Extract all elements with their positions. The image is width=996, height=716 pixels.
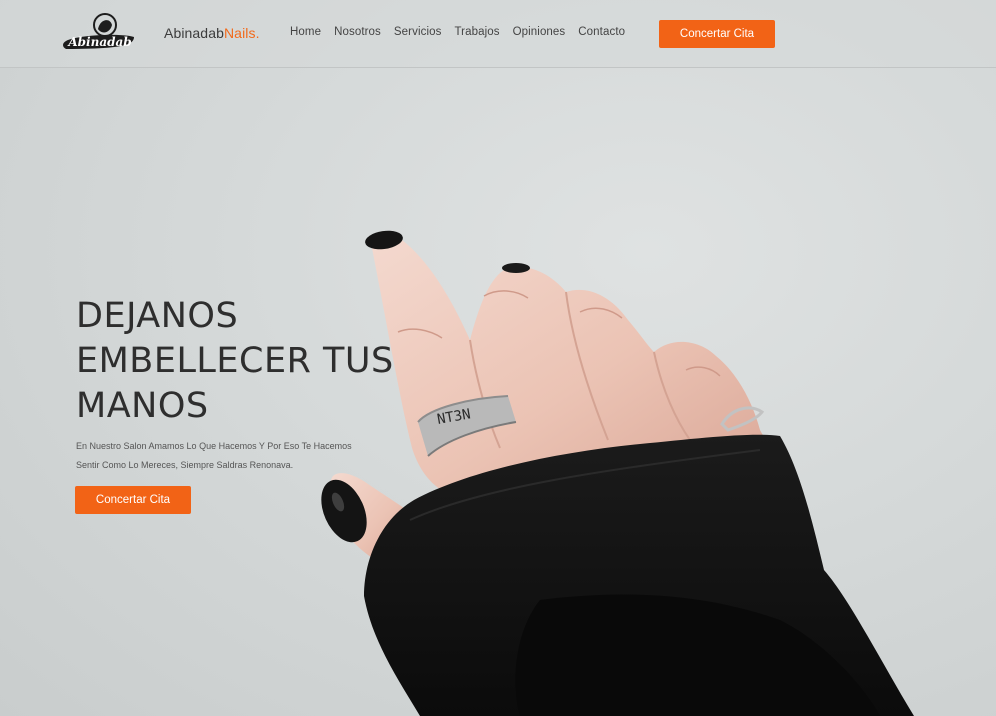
hero-subtitle: En Nuestro Salon Amamos Lo Que Hacemos Y… (76, 437, 396, 475)
hero-title: DEJANOS EMBELLECER TUS MANOS (76, 294, 416, 429)
hero-title-line-1: DEJANOS (76, 296, 239, 336)
top-navbar: Abinadab AbinadabNails. Home Nosotros Se… (0, 0, 996, 68)
nav-link-trabajos[interactable]: Trabajos (454, 26, 499, 38)
nav-link-nosotros[interactable]: Nosotros (334, 26, 381, 38)
hero-title-line-3: MANOS (76, 386, 209, 426)
hero-subtitle-line-2: Sentir Como Lo Mereces, Siempre Saldras … (76, 460, 294, 470)
nav-link-contacto[interactable]: Contacto (578, 26, 625, 38)
hero-title-line-2: EMBELLECER TUS (76, 341, 394, 381)
logo-wordmark: Abinadab (67, 35, 131, 49)
brand-logo[interactable]: Abinadab (62, 11, 138, 55)
nav-link-home[interactable]: Home (290, 26, 321, 38)
hero-subtitle-line-1: En Nuestro Salon Amamos Lo Que Hacemos Y… (76, 441, 352, 451)
main-nav: Home Nosotros Servicios Trabajos Opinion… (290, 26, 638, 38)
brand-name-main: Abinadab (164, 25, 224, 41)
brand-name-accent: Nails. (223, 25, 260, 41)
nav-link-opiniones[interactable]: Opiniones (513, 26, 566, 38)
brand-name[interactable]: AbinadabNails. (164, 25, 260, 41)
logo-icon: Abinadab (63, 13, 134, 49)
hero-concertar-cita-button[interactable]: Concertar Cita (75, 486, 191, 514)
nav-link-servicios[interactable]: Servicios (394, 26, 442, 38)
nav-concertar-cita-button[interactable]: Concertar Cita (659, 20, 775, 48)
